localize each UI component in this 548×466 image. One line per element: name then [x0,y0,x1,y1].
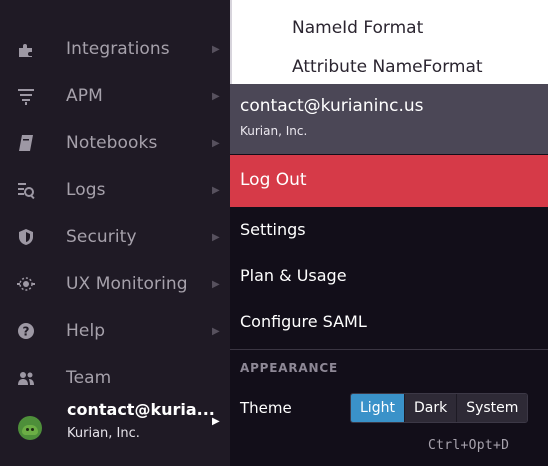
theme-option-light[interactable]: Light [351,394,404,422]
theme-toggle: Light Dark System [350,393,529,423]
sidebar-item-integrations[interactable]: Integrations ▶ [0,26,230,72]
theme-shortcut-hint: Ctrl+Opt+D [428,438,510,453]
menu-item-label: Configure SAML [240,312,367,331]
apm-icon [15,85,37,107]
menu-item-configure-saml[interactable]: Configure SAML [230,300,548,346]
sidebar-item-label: Logs [66,180,106,200]
menu-item-plan-usage[interactable]: Plan & Usage [230,254,548,300]
svg-text:?: ? [23,325,30,339]
help-icon: ? [15,320,37,342]
logout-button[interactable]: Log Out [230,155,548,207]
sidebar-item-team[interactable]: Team [0,355,230,401]
menu-item-label: Settings [240,220,306,239]
user-org: Kurian, Inc. [67,426,140,441]
notebook-icon [15,132,37,154]
theme-option-dark[interactable]: Dark [403,394,457,422]
menu-item-label: Plan & Usage [240,266,347,285]
shield-icon [15,226,37,248]
sidebar-item-logs[interactable]: Logs ▶ [0,167,230,213]
account-org: Kurian, Inc. [240,124,308,138]
user-email: contact@kuria... [67,400,215,419]
chevron-right-icon: ▶ [212,43,220,55]
menu-divider [230,349,548,350]
chevron-right-icon: ▶ [212,231,220,243]
sidebar-item-ux-monitoring[interactable]: UX Monitoring ▶ [0,261,230,307]
menu-item-settings[interactable]: Settings [230,208,548,254]
chevron-right-icon: ▶ [212,137,220,149]
sidebar-item-help[interactable]: ? Help ▶ [0,308,230,354]
theme-label: Theme [240,399,292,417]
chevron-right-icon: ▶ [212,325,220,337]
sidebar-user-account[interactable]: contact@kuria... Kurian, Inc. ▶ [0,396,230,458]
sidebar: Integrations ▶ APM ▶ Notebooks ▶ Logs ▶ … [0,0,230,466]
sidebar-item-notebooks[interactable]: Notebooks ▶ [0,120,230,166]
attribute-nameformat-label: Attribute NameFormat [292,57,483,77]
sidebar-item-label: Notebooks [66,133,158,153]
dog-avatar-icon [18,416,42,440]
chevron-right-icon: ▶ [212,184,220,196]
sidebar-item-label: Security [66,227,137,247]
logs-icon [15,179,37,201]
sidebar-item-security[interactable]: Security ▶ [0,214,230,260]
sidebar-item-label: APM [66,86,103,106]
account-email: contact@kurianinc.us [240,96,424,116]
sidebar-item-label: Team [66,368,112,388]
sidebar-item-apm[interactable]: APM ▶ [0,73,230,119]
ux-monitoring-icon [15,273,37,295]
nameid-format-label: NameId Format [292,18,424,38]
chevron-right-icon: ▶ [212,416,220,427]
appearance-heading: APPEARANCE [240,361,338,375]
chevron-right-icon: ▶ [212,278,220,290]
theme-option-system[interactable]: System [456,394,528,422]
puzzle-icon [15,38,37,60]
chevron-right-icon: ▶ [212,90,220,102]
team-icon [15,367,37,389]
logout-label: Log Out [240,170,307,190]
sidebar-item-label: Help [66,321,106,341]
sidebar-item-label: Integrations [66,39,170,59]
account-menu-header: contact@kurianinc.us Kurian, Inc. [230,84,548,154]
account-menu: contact@kurianinc.us Kurian, Inc. Log Ou… [230,84,548,466]
sidebar-item-label: UX Monitoring [66,274,188,294]
